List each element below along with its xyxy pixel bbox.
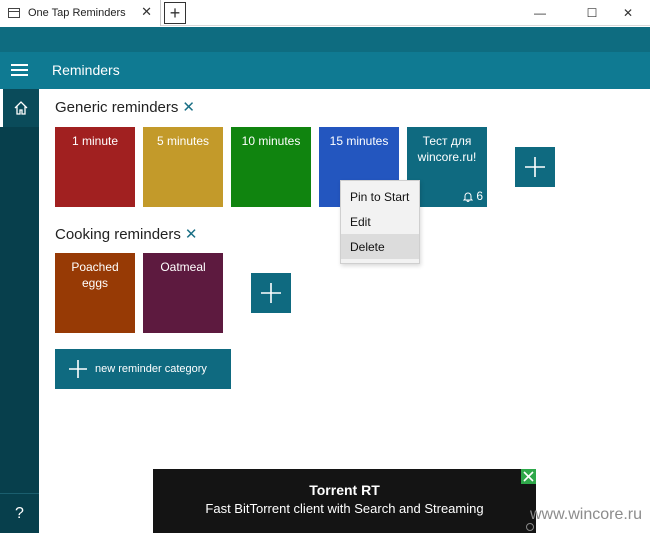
page-title: Reminders	[52, 62, 120, 78]
category-title-generic: Generic reminders ✕	[55, 98, 195, 117]
ad-subtitle: Fast BitTorrent client with Search and S…	[205, 501, 484, 516]
reminder-tile-poached-eggs[interactable]: Poached eggs	[55, 253, 135, 333]
close-tab-icon[interactable]: ✕	[141, 5, 152, 19]
category-title-text: Generic reminders	[55, 98, 179, 116]
browser-tab[interactable]: One Tap Reminders ✕	[0, 0, 161, 26]
app-bar: Reminders	[0, 52, 650, 89]
header-band	[0, 27, 650, 52]
close-window-button[interactable]: ✕	[606, 0, 650, 26]
add-reminder-button-generic[interactable]	[515, 147, 555, 187]
remove-category-icon[interactable]: ✕	[185, 225, 198, 243]
reminder-tile-10-minutes[interactable]: 10 minutes	[231, 127, 311, 207]
ad-info-icon[interactable]	[526, 523, 534, 531]
close-icon: ✕	[622, 6, 634, 20]
new-reminder-category-button[interactable]: new reminder category	[55, 349, 231, 389]
bell-icon	[463, 192, 474, 202]
menu-item-edit[interactable]: Edit	[341, 209, 419, 234]
plus-icon	[69, 360, 87, 378]
new-tab-button[interactable]: +	[164, 2, 186, 24]
help-icon: ?	[15, 504, 24, 522]
reminder-tile-1-minute[interactable]: 1 minute	[55, 127, 135, 207]
maximize-icon: ☐	[586, 6, 598, 20]
title-bar: One Tap Reminders ✕ + — ☐ ✕	[0, 0, 650, 26]
tile-label: 5 minutes	[156, 134, 210, 148]
badge-count: 6	[476, 189, 483, 203]
window-icon	[8, 8, 20, 18]
minimize-icon: —	[534, 6, 546, 20]
context-menu: Pin to Start Edit Delete	[340, 180, 420, 264]
tile-label: Oatmeal	[160, 260, 206, 274]
ad-close-button[interactable]	[521, 469, 536, 484]
help-button[interactable]: ?	[0, 493, 39, 533]
close-icon	[523, 471, 534, 482]
menu-item-delete[interactable]: Delete	[341, 234, 419, 259]
tile-label: 1 minute	[71, 134, 119, 148]
category-title-cooking: Cooking reminders ✕	[55, 225, 198, 244]
reminder-tile-5-minutes[interactable]: 5 minutes	[143, 127, 223, 207]
tile-label: Poached eggs	[71, 260, 119, 290]
tile-label: Тест для wincore.ru!	[417, 134, 477, 164]
home-button[interactable]	[0, 89, 39, 127]
remove-category-icon[interactable]: ✕	[182, 98, 195, 116]
left-navigation: ?	[0, 89, 39, 533]
minimize-button[interactable]: —	[518, 0, 562, 26]
plus-icon	[525, 157, 545, 177]
home-icon	[14, 101, 28, 115]
ad-title: Torrent RT	[309, 482, 380, 498]
plus-icon	[261, 283, 281, 303]
tab-title: One Tap Reminders	[28, 7, 126, 19]
watermark: www.wincore.ru	[530, 506, 643, 523]
new-category-label: new reminder category	[95, 363, 207, 375]
hamburger-menu-icon[interactable]	[11, 64, 28, 77]
category-title-text: Cooking reminders	[55, 225, 181, 243]
tile-label: 15 minutes	[329, 134, 389, 148]
reminder-count-badge: 6	[463, 188, 483, 204]
tile-label: 10 minutes	[241, 134, 301, 148]
add-reminder-button-cooking[interactable]	[251, 273, 291, 313]
reminder-tile-oatmeal[interactable]: Oatmeal	[143, 253, 223, 333]
menu-item-pin-to-start[interactable]: Pin to Start	[341, 184, 419, 209]
ad-banner[interactable]: Torrent RT Fast BitTorrent client with S…	[153, 469, 536, 533]
